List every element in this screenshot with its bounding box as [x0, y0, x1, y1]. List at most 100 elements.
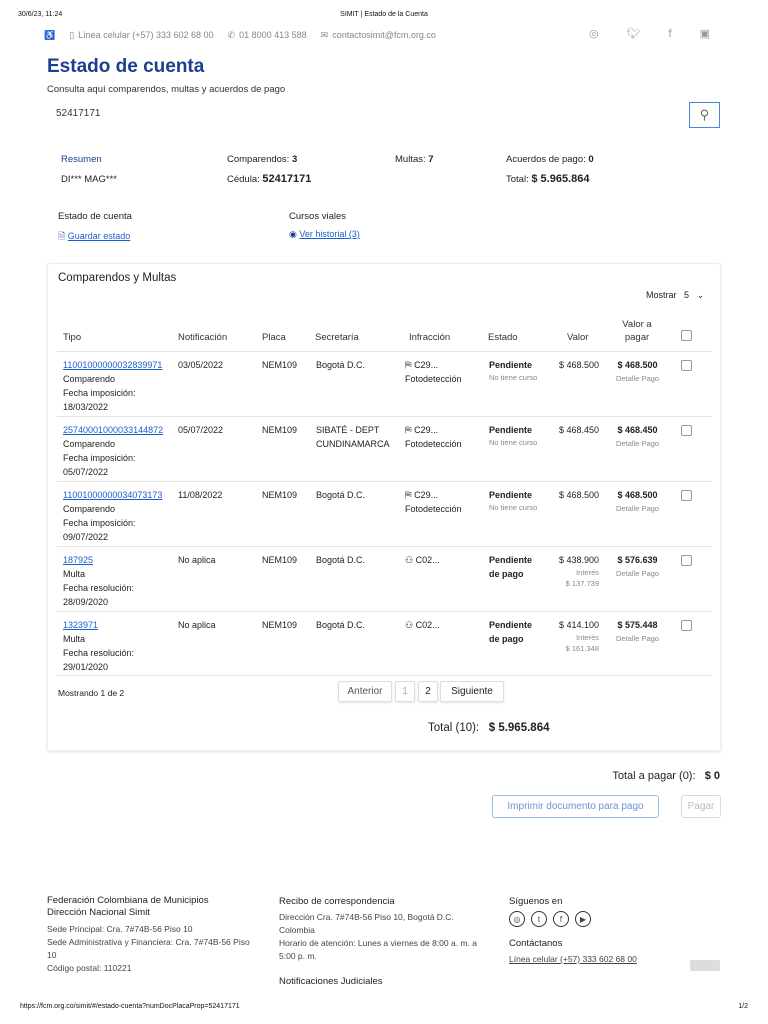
- record-id-link[interactable]: 11001000000032839971: [63, 358, 173, 372]
- org-name: Federación Colombiana de Municipios: [47, 895, 209, 906]
- org-division: Dirección Nacional Simit: [47, 907, 150, 918]
- record-id-link[interactable]: 1323971: [63, 618, 173, 632]
- plate: NEM109: [262, 555, 298, 565]
- record-id-link[interactable]: 187925: [63, 553, 173, 567]
- row-checkbox[interactable]: [681, 620, 692, 635]
- label: Cédula:: [227, 174, 260, 185]
- admin-office: Sede Administrativa y Financiera: Cra. 7…: [47, 937, 250, 960]
- chat-widget-icon[interactable]: [690, 960, 720, 971]
- twitter-icon[interactable]: t: [531, 911, 547, 927]
- value: 52417171: [262, 173, 312, 185]
- page-size-select[interactable]: Mostrar 5 ⌄: [646, 290, 704, 301]
- label: Comparendos:: [227, 154, 290, 165]
- eye-icon: ◉: [289, 229, 297, 239]
- divider: [57, 675, 712, 676]
- label: Total a pagar (0):: [612, 770, 696, 782]
- col-estado: Estado: [488, 332, 518, 343]
- search-button[interactable]: ⚲: [689, 102, 720, 128]
- mobile-phone-link[interactable]: ▯ Línea celular (+57) 333 602 68 00: [69, 30, 213, 41]
- page-1-button[interactable]: 1: [395, 681, 415, 702]
- infraction: ⛿ C29... Fotodetección: [405, 488, 462, 516]
- row-checkbox[interactable]: [681, 555, 692, 570]
- youtube-icon[interactable]: ▶: [575, 911, 591, 927]
- interest-label: Interés: [576, 568, 599, 577]
- select-all-checkbox[interactable]: [681, 330, 692, 344]
- date-value: 18/03/2022: [63, 402, 109, 412]
- row-checkbox[interactable]: [681, 425, 692, 440]
- print-payment-button[interactable]: Imprimir documento para pago: [492, 795, 659, 818]
- save-state-link[interactable]: 🗎 Guardar estado: [58, 229, 130, 245]
- status-sub: No tiene curso: [489, 503, 538, 512]
- payment-detail-link[interactable]: Detalle Pago: [610, 372, 665, 386]
- col-valor-pagar: Valor a pagar: [622, 319, 652, 343]
- date-value: 28/09/2020: [63, 597, 109, 607]
- facebook-icon[interactable]: f: [553, 911, 569, 927]
- camera-icon: ⛿: [405, 490, 412, 500]
- phone-link[interactable]: ✆ 01 8000 413 588: [228, 30, 307, 41]
- judicial-notifications-title: Notificaciones Judiciales: [279, 976, 383, 987]
- office-hours: Horario de atención: Lunes a viernes de …: [279, 938, 477, 961]
- status-sub: No tiene curso: [489, 373, 538, 382]
- amount: $ 468.500: [547, 358, 599, 372]
- record-id-link[interactable]: 11001000000034073173: [63, 488, 173, 502]
- record-id-link[interactable]: 25740001000033144872: [63, 423, 173, 437]
- table-row: 1323971 Multa Fecha resolución: 29/01/20…: [57, 611, 712, 676]
- payment-detail-link[interactable]: Detalle Pago: [610, 437, 665, 451]
- top-bar: ♿ ▯ Línea celular (+57) 333 602 68 00 ✆ 01…: [44, 27, 724, 43]
- next-page-button[interactable]: Siguiente: [440, 681, 504, 702]
- search-input[interactable]: 52417171: [56, 108, 676, 119]
- search-icon: ⚲: [699, 107, 710, 122]
- date-label: Fecha resolución:: [63, 648, 135, 658]
- value: $ 5.965.864: [488, 722, 550, 734]
- amount-value: $ 468.500: [558, 490, 599, 500]
- status: Pendiente No tiene curso: [489, 488, 544, 514]
- payment-detail-link[interactable]: Detalle Pago: [610, 632, 665, 646]
- pay-button[interactable]: Pagar: [681, 795, 721, 818]
- status: Pendiente de pago: [489, 553, 544, 581]
- amount-to-pay: $ 576.639 Detalle Pago: [610, 553, 665, 581]
- multas-count: Multas: 7: [395, 154, 434, 165]
- contact-phone-link[interactable]: Línea celular (+57) 333 602 68 00: [509, 953, 709, 966]
- secretaria: SIBATÉ - DEPT CUNDINAMARCA: [316, 425, 390, 449]
- secretaria: Bogotá D.C.: [316, 620, 366, 630]
- accessibility-icon[interactable]: ♿: [44, 30, 55, 41]
- address: Dirección Cra. 7#74B-56 Piso 10, Bogotá …: [279, 912, 454, 935]
- instagram-icon[interactable]: ◎: [589, 27, 599, 40]
- instagram-icon[interactable]: ◎: [509, 911, 525, 927]
- value: $ 5.965.864: [531, 173, 590, 185]
- amount-to-pay: $ 575.448 Detalle Pago: [610, 618, 665, 646]
- document-icon: 🗎: [58, 231, 66, 241]
- status-text: Pendiente: [489, 490, 533, 500]
- status: Pendiente de pago: [489, 618, 544, 646]
- payment-detail-link[interactable]: Detalle Pago: [610, 502, 665, 516]
- person-icon: ⚇: [405, 555, 414, 565]
- row-checkbox[interactable]: [681, 360, 692, 375]
- owner-name: DI*** MAG***: [61, 174, 117, 185]
- summary-total: Total: $ 5.965.864: [506, 173, 589, 185]
- interest-label: Interés: [576, 633, 599, 642]
- prev-page-button[interactable]: Anterior: [338, 681, 392, 702]
- twitter-icon[interactable]: 🐦︎: [627, 27, 641, 40]
- page-2-button[interactable]: 2: [418, 681, 438, 702]
- plate: NEM109: [262, 425, 298, 435]
- record-type: Comparendo: [63, 504, 116, 514]
- record-type: Comparendo: [63, 374, 116, 384]
- youtube-icon[interactable]: ▣: [700, 27, 710, 40]
- row-checkbox[interactable]: [681, 490, 692, 505]
- print-title: SIMIT | Estado de la Cuenta: [340, 11, 428, 18]
- status-sub: No tiene curso: [489, 438, 538, 447]
- payment-detail-link[interactable]: Detalle Pago: [610, 567, 665, 581]
- value: 3: [291, 154, 298, 165]
- infraction: ⚇ C02...: [405, 618, 440, 632]
- summary-tab[interactable]: Resumen: [61, 154, 102, 165]
- page-subtitle: Consulta aquí comparendos, multas y acue…: [47, 84, 286, 95]
- person-icon: ⚇: [405, 620, 414, 630]
- date-label: Fecha imposición:: [63, 388, 136, 398]
- infraction-source: Fotodetección: [405, 439, 462, 449]
- email-link[interactable]: ✉ contactosimit@fcm.org.co: [321, 30, 436, 41]
- record-type: Multa: [63, 569, 86, 579]
- notification-date: No aplica: [178, 620, 216, 630]
- print-url: https://fcm.org.co/simit/#/estado-cuenta…: [20, 1003, 240, 1010]
- view-history-link[interactable]: ◉ Ver historial (3): [289, 229, 360, 240]
- facebook-icon[interactable]: f: [669, 27, 672, 40]
